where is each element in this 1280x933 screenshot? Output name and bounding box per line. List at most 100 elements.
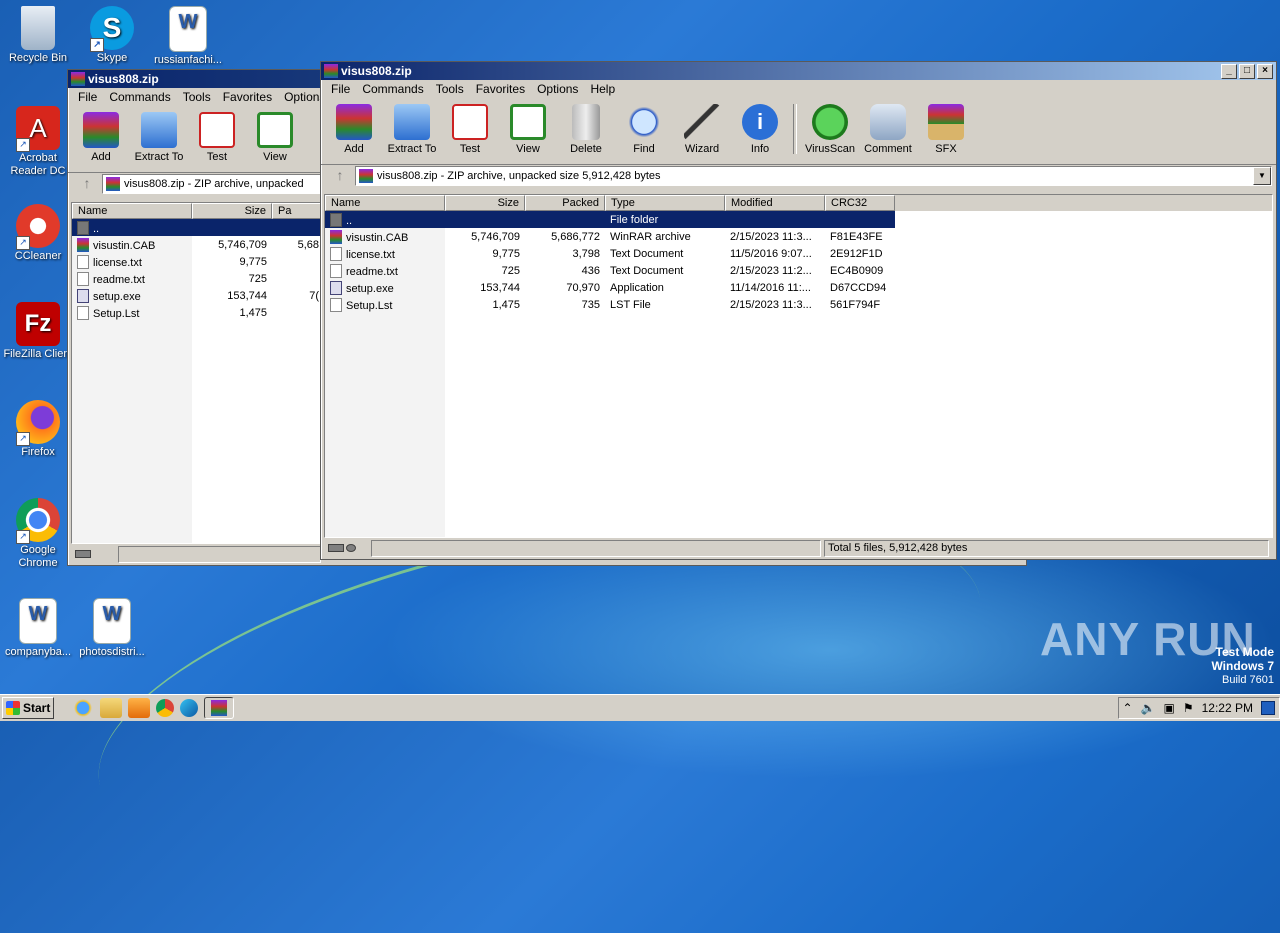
menu-help[interactable]: Help: [584, 82, 621, 96]
comment-icon: [870, 104, 906, 140]
virusscan-button[interactable]: VirusScan: [801, 102, 859, 155]
file-list[interactable]: Name Size Packed Type Modified CRC32 .. …: [324, 194, 1273, 538]
desktop-icon-photosdistri[interactable]: W photosdistri...: [74, 598, 150, 659]
column-size[interactable]: Size: [192, 203, 272, 219]
address-field[interactable]: visus808.zip - ZIP archive, unpacked siz…: [355, 166, 1272, 186]
add-button[interactable]: Add: [72, 110, 130, 163]
tray-expand-icon[interactable]: ⌃: [1123, 701, 1133, 715]
menu-file[interactable]: File: [72, 90, 103, 104]
file-icon: [330, 298, 342, 312]
column-modified[interactable]: Modified: [725, 195, 825, 211]
desktop-icon-filezilla[interactable]: Fz FileZilla Client: [0, 302, 76, 361]
desktop-icon-russianfachi[interactable]: W russianfachi...: [150, 6, 226, 67]
dropdown-arrow-icon[interactable]: ▼: [1253, 167, 1271, 185]
minimize-button[interactable]: _: [1221, 64, 1237, 79]
list-item[interactable]: Setup.Lst1,475: [72, 304, 324, 321]
desktop-icon-recycle-bin[interactable]: Recycle Bin: [0, 6, 76, 65]
status-bar: Total 5 files, 5,912,428 bytes: [324, 539, 1271, 557]
info-button[interactable]: iInfo: [731, 102, 789, 155]
list-item[interactable]: ..: [72, 219, 324, 236]
delete-button[interactable]: Delete: [557, 102, 615, 155]
desktop-icon-ccleaner[interactable]: ↗ CCleaner: [0, 204, 76, 263]
find-button[interactable]: Find: [615, 102, 673, 155]
menu-options[interactable]: Options: [531, 82, 584, 96]
menu-tools[interactable]: Tools: [177, 90, 217, 104]
volume-icon[interactable]: 🔈: [1141, 701, 1156, 715]
chrome-icon[interactable]: [156, 699, 174, 717]
explorer-folder-icon[interactable]: [100, 698, 122, 718]
list-item[interactable]: .. File folder: [325, 211, 895, 228]
flag-icon[interactable]: ⚑: [1183, 701, 1194, 715]
winrar-icon: [324, 64, 338, 78]
wizard-button[interactable]: Wizard: [673, 102, 731, 155]
drive-icon: [324, 541, 368, 555]
status-text: Total 5 files, 5,912,428 bytes: [824, 540, 1269, 557]
start-button[interactable]: Start: [2, 697, 54, 719]
title-bar[interactable]: visus808.zip _ □ ×: [321, 62, 1276, 80]
up-arrow-icon[interactable]: ↑: [72, 175, 102, 193]
list-item[interactable]: license.txt9,775: [72, 253, 324, 270]
edge-icon[interactable]: [180, 699, 198, 717]
list-item[interactable]: license.txt 9,7753,798 Text Document11/5…: [325, 245, 1272, 262]
menu-favorites[interactable]: Favorites: [470, 82, 531, 96]
test-button[interactable]: Test: [188, 110, 246, 163]
list-item[interactable]: readme.txt 725436 Text Document2/15/2023…: [325, 262, 1272, 279]
list-item[interactable]: setup.exe153,7447(: [72, 287, 324, 304]
desktop-icon-acrobat[interactable]: A↗ Acrobat Reader DC: [0, 106, 76, 178]
menu-commands[interactable]: Commands: [103, 90, 176, 104]
clipboard-check-icon: [452, 104, 488, 140]
magnifier-icon: [626, 104, 662, 140]
column-packed[interactable]: Pa: [272, 203, 324, 219]
view-button[interactable]: View: [246, 110, 304, 163]
winrar-taskbar-button[interactable]: [204, 697, 234, 719]
filezilla-icon: Fz: [16, 302, 60, 346]
menu-file[interactable]: File: [325, 82, 356, 96]
show-desktop-icon[interactable]: [1261, 701, 1275, 715]
test-button[interactable]: Test: [441, 102, 499, 155]
extract-to-button[interactable]: Extract To: [383, 102, 441, 155]
archive-icon: [106, 177, 120, 191]
desktop-icon-companyba[interactable]: W companyba...: [0, 598, 76, 659]
media-player-icon[interactable]: [128, 698, 150, 718]
list-item[interactable]: visustin.CAB5,746,7095,68: [72, 236, 324, 253]
desktop-icon-firefox[interactable]: ↗ Firefox: [0, 400, 76, 459]
maximize-button[interactable]: □: [1239, 64, 1255, 79]
file-list[interactable]: Name Size Pa .. visustin.CAB5,746,7095,6…: [71, 202, 325, 544]
status-bar: [71, 545, 321, 563]
view-button[interactable]: View: [499, 102, 557, 155]
internet-explorer-icon[interactable]: [72, 698, 94, 718]
column-type[interactable]: Type: [605, 195, 725, 211]
archive-icon: [359, 169, 373, 183]
column-name[interactable]: Name: [325, 195, 445, 211]
network-icon[interactable]: ▣: [1164, 701, 1175, 715]
column-size[interactable]: Size: [445, 195, 525, 211]
add-button[interactable]: Add: [325, 102, 383, 155]
extract-to-button[interactable]: Extract To: [130, 110, 188, 163]
status-panel-left: [371, 540, 821, 557]
column-packed[interactable]: Packed: [525, 195, 605, 211]
address-bar: ↑ visus808.zip - ZIP archive, unpacked s…: [321, 164, 1276, 187]
list-item[interactable]: readme.txt725: [72, 270, 324, 287]
word-document-icon: W: [93, 598, 131, 644]
trash-icon: [572, 104, 600, 140]
menu-commands[interactable]: Commands: [356, 82, 429, 96]
list-item[interactable]: visustin.CAB 5,746,7095,686,772 WinRAR a…: [325, 228, 1272, 245]
desktop-icon-skype[interactable]: S↗ Skype: [74, 6, 150, 65]
comment-button[interactable]: Comment: [859, 102, 917, 155]
clock[interactable]: 12:22 PM: [1202, 701, 1253, 715]
list-item[interactable]: setup.exe 153,74470,970 Application11/14…: [325, 279, 1272, 296]
list-item[interactable]: Setup.Lst 1,475735 LST File2/15/2023 11:…: [325, 296, 1272, 313]
book-icon: [510, 104, 546, 140]
folder-up-icon: [330, 213, 342, 227]
close-button[interactable]: ×: [1257, 64, 1273, 79]
menu-tools[interactable]: Tools: [430, 82, 470, 96]
winrar-window[interactable]: visus808.zip _ □ × File Commands Tools F…: [320, 61, 1277, 560]
column-name[interactable]: Name: [72, 203, 192, 219]
column-crc32[interactable]: CRC32: [825, 195, 895, 211]
acrobat-icon: A↗: [16, 106, 60, 150]
sfx-button[interactable]: SFX: [917, 102, 975, 155]
menu-favorites[interactable]: Favorites: [217, 90, 278, 104]
up-arrow-icon[interactable]: ↑: [325, 167, 355, 185]
desktop-icon-chrome[interactable]: ↗ Google Chrome: [0, 498, 76, 570]
magic-wand-icon: [684, 104, 720, 140]
